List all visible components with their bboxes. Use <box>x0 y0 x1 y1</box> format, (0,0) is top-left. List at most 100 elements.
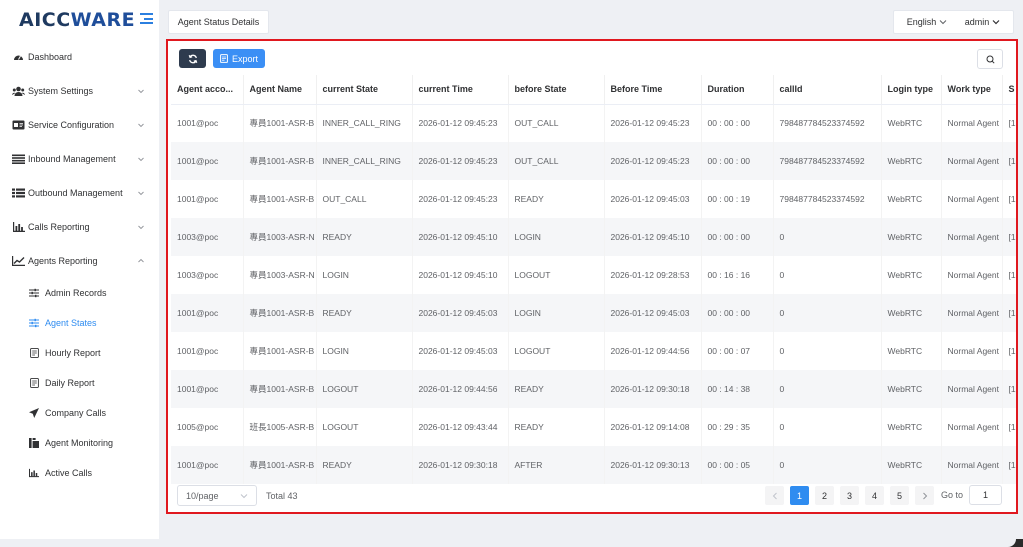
next-page-button[interactable] <box>915 486 934 505</box>
table-cell: READY <box>508 408 605 446</box>
column-header[interactable]: S <box>1002 75 1016 105</box>
sidebar-item-inbound-management[interactable]: Inbound Management <box>0 142 159 176</box>
sidebar-item-agents-reporting[interactable]: Agents Reporting <box>0 244 159 278</box>
refresh-button[interactable] <box>179 49 206 68</box>
total-count: Total 43 <box>266 491 298 501</box>
table-cell: LOGOUT <box>508 256 605 294</box>
chevron-down-icon <box>138 157 144 162</box>
table-row[interactable]: 1001@poc 專員1001-ASR-B INNER_CALL_RING 2026-… <box>171 104 1016 142</box>
table-row[interactable]: 1005@poc 班長1005-ASR-B LOGOUT 2026-01-12 09:… <box>171 408 1016 446</box>
sidebar-item-outbound-management[interactable]: Outbound Management <box>0 176 159 210</box>
table-cell: [1 <box>1002 256 1016 294</box>
sidebar-item-system-settings[interactable]: System Settings <box>0 74 159 108</box>
table-cell: Normal Agent <box>941 180 1003 218</box>
sidebar-item-dashboard[interactable]: Dashboard <box>0 40 159 74</box>
chevron-down-icon <box>939 20 947 25</box>
tab-agent-status-details[interactable]: Agent Status Details <box>168 10 269 34</box>
column-header[interactable]: Before Time <box>604 75 702 105</box>
page-button[interactable]: 2 <box>815 486 834 505</box>
table-cell: 00 : 00 : 00 <box>701 218 774 256</box>
sidebar-subitem-label: Company Calls <box>45 408 107 418</box>
sidebar-subitem-hourly-report[interactable]: Hourly Report <box>0 338 159 368</box>
table-cell: [1 <box>1002 446 1016 484</box>
table-cell: Normal Agent <box>941 332 1003 370</box>
page-button[interactable]: 4 <box>865 486 884 505</box>
user-menu[interactable]: admin <box>965 17 1001 27</box>
table-cell: WebRTC <box>881 104 942 142</box>
language-select[interactable]: English <box>907 17 948 27</box>
column-header[interactable]: Duration <box>701 75 774 105</box>
sidebar-subitem-daily-report[interactable]: Daily Report <box>0 368 159 398</box>
sidebar-subitem-agent-states[interactable]: Agent States <box>0 308 159 338</box>
sidebar-item-calls-reporting[interactable]: Calls Reporting <box>0 210 159 244</box>
column-header[interactable]: Login type <box>881 75 942 105</box>
table-cell: [1 <box>1002 408 1016 446</box>
table-cell: 1003@poc <box>171 218 244 256</box>
sliders-icon <box>29 288 39 298</box>
table-cell: 798487784523374592 <box>773 104 882 142</box>
window-bottom-edge <box>0 539 1023 547</box>
table-cell: 2026-01-12 09:45:03 <box>412 332 509 370</box>
user-label: admin <box>964 17 990 27</box>
table-row[interactable]: 1001@poc 專員1001-ASR-B LOGIN 2026-01-12 09:4… <box>171 332 1016 370</box>
table-cell: 專員1001-ASR-B <box>243 104 317 142</box>
table-row[interactable]: 1001@poc 專員1001-ASR-B READY 2026-01-12 09:3… <box>171 446 1016 484</box>
search-button[interactable] <box>977 49 1003 69</box>
table-cell: 2026-01-12 09:45:03 <box>604 180 702 218</box>
column-header[interactable]: Work type <box>941 75 1003 105</box>
table-body: 1001@poc 專員1001-ASR-B INNER_CALL_RING 2026-… <box>171 104 1016 484</box>
sidebar-subitem-admin-records[interactable]: Admin Records <box>0 278 159 308</box>
agent-states-panel: Export Agent acco... Agent Name current St… <box>166 39 1018 514</box>
table-cell: 專員1003-ASR-N <box>243 218 317 256</box>
table-cell: 1001@poc <box>171 370 244 408</box>
column-header[interactable]: before State <box>508 75 605 105</box>
table-cell: WebRTC <box>881 294 942 332</box>
sidebar-item-service-configuration[interactable]: Service Configuration <box>0 108 159 142</box>
table-cell: 0 <box>773 446 882 484</box>
column-header[interactable]: current State <box>316 75 413 105</box>
sidebar-subitem-label: Agent Monitoring <box>45 438 114 448</box>
table-row[interactable]: 1001@poc 專員1001-ASR-B INNER_CALL_RING 2026-… <box>171 142 1016 180</box>
table-cell: 專員1001-ASR-B <box>243 370 317 408</box>
table-row[interactable]: 1001@poc 專員1001-ASR-B OUT_CALL 2026-01-12 0… <box>171 180 1016 218</box>
table-row[interactable]: 1001@poc 專員1001-ASR-B LOGOUT 2026-01-12 09:… <box>171 370 1016 408</box>
table-row[interactable]: 1001@poc 專員1001-ASR-B READY 2026-01-12 09:4… <box>171 294 1016 332</box>
table-cell: 00 : 16 : 16 <box>701 256 774 294</box>
table-cell: 00 : 29 : 35 <box>701 408 774 446</box>
sidebar-subitem-label: Admin Records <box>45 288 107 298</box>
table-cell: WebRTC <box>881 370 942 408</box>
sidebar-subitem-active-calls[interactable]: Active Calls <box>0 458 159 488</box>
logo: AICCWARE <box>19 9 136 31</box>
table-cell: 專員1001-ASR-B <box>243 142 317 180</box>
page-button[interactable]: 3 <box>840 486 859 505</box>
goto-page-input[interactable] <box>969 485 1003 505</box>
prev-page-button[interactable] <box>765 486 784 505</box>
page-size-select[interactable]: 10/page <box>177 485 257 506</box>
table-cell: READY <box>316 446 413 484</box>
column-header[interactable]: Agent acco... <box>171 75 244 105</box>
export-button[interactable]: Export <box>213 49 266 68</box>
table-row[interactable]: 1003@poc 專員1003-ASR-N LOGIN 2026-01-12 09:4… <box>171 256 1016 294</box>
goto-label: Go to <box>941 490 964 500</box>
column-header[interactable]: current Time <box>412 75 509 105</box>
list-icon <box>12 154 25 165</box>
table-row[interactable]: 1003@poc 專員1003-ASR-N READY 2026-01-12 09:4… <box>171 218 1016 256</box>
table-cell: 2026-01-12 09:45:10 <box>412 218 509 256</box>
table-cell: 1003@poc <box>171 256 244 294</box>
table-cell: WebRTC <box>881 142 942 180</box>
page-button[interactable]: 1 <box>790 486 809 505</box>
table-cell: 00 : 00 : 00 <box>701 104 774 142</box>
column-header[interactable]: Agent Name <box>243 75 317 105</box>
page-button[interactable]: 5 <box>890 486 909 505</box>
table-cell: OUT_CALL <box>508 142 605 180</box>
sidebar-subitem-agent-monitoring[interactable]: Agent Monitoring <box>0 428 159 458</box>
column-header[interactable]: callId <box>773 75 882 105</box>
list-ul-icon <box>12 188 25 199</box>
table-cell: 0 <box>773 408 882 446</box>
table-header-row: Agent acco... Agent Name current State curr… <box>171 75 1016 105</box>
menu-collapse-icon[interactable] <box>140 13 153 24</box>
sidebar-subitem-company-calls[interactable]: Company Calls <box>0 398 159 428</box>
table-cell: 2026-01-12 09:45:10 <box>604 218 702 256</box>
table-cell: 00 : 00 : 00 <box>701 294 774 332</box>
table-cell: 專員1003-ASR-N <box>243 256 317 294</box>
